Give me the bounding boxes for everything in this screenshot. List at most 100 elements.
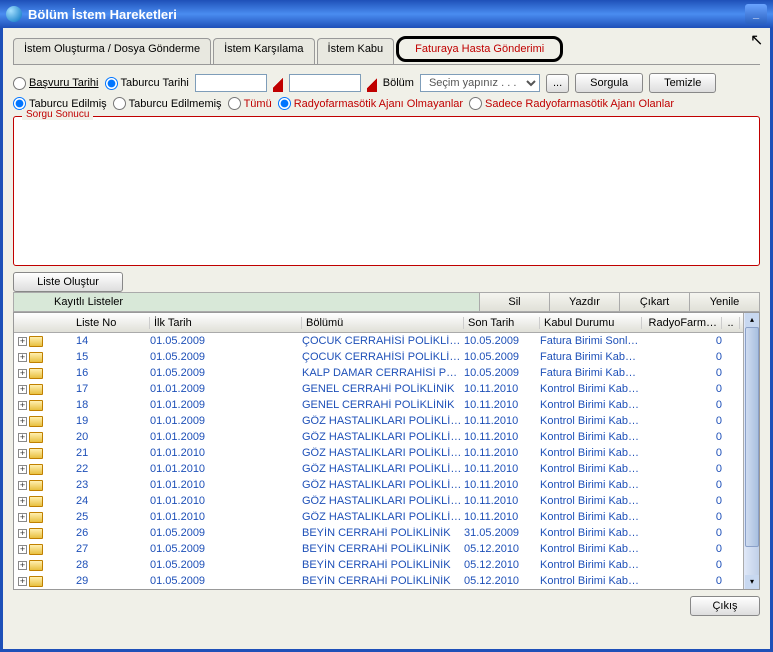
sorgu-legend: Sorgu Sonucu bbox=[22, 109, 93, 120]
col-radyo[interactable]: RadyoFarm… bbox=[642, 317, 722, 329]
table-row[interactable]: +2001.01.2009GÖZ HASTALIKLARI POLİKLİNİK… bbox=[14, 429, 743, 445]
cell-radyo: 0 bbox=[642, 559, 722, 571]
cell-kabul: Kontrol Birimi Kab… 0 bbox=[540, 431, 642, 443]
expand-icon[interactable]: + bbox=[18, 417, 27, 426]
radio-edilmemis[interactable]: Taburcu Edilmemiş bbox=[113, 97, 222, 110]
col-listeno[interactable]: Liste No bbox=[72, 317, 150, 329]
expand-icon[interactable]: + bbox=[18, 545, 27, 554]
cell-kabul: Fatura Birimi Kabu… 0 bbox=[540, 351, 642, 363]
expand-icon[interactable]: + bbox=[18, 385, 27, 394]
cell-kabul: Kontrol Birimi Kab… 0 bbox=[540, 447, 642, 459]
expand-icon[interactable]: + bbox=[18, 337, 27, 346]
table-row[interactable]: +1701.01.2009GENEL CERRAHİ POLİKLİNİK10.… bbox=[14, 381, 743, 397]
expand-icon[interactable]: + bbox=[18, 449, 27, 458]
table-row[interactable]: +2201.01.2010GÖZ HASTALIKLARI POLİKLİNİK… bbox=[14, 461, 743, 477]
table-row[interactable]: +1401.05.2009ÇOCUK CERRAHİSİ POLİKLİNİK1… bbox=[14, 333, 743, 349]
grid-scrollbar[interactable]: ▴ ▾ bbox=[743, 313, 759, 589]
table-row[interactable]: +2601.05.2009BEYİN CERRAHİ POLİKLİNİK31.… bbox=[14, 525, 743, 541]
cikart-button[interactable]: Çıkart bbox=[619, 293, 689, 311]
table-row[interactable]: +2801.05.2009BEYİN CERRAHİ POLİKLİNİK05.… bbox=[14, 557, 743, 573]
cell-sontarih: 10.11.2010 bbox=[464, 431, 540, 443]
table-row[interactable]: +1801.01.2009GENEL CERRAHİ POLİKLİNİK10.… bbox=[14, 397, 743, 413]
scroll-up-icon[interactable]: ▴ bbox=[745, 313, 759, 327]
expand-icon[interactable]: + bbox=[18, 577, 27, 586]
radio-radyo-olan[interactable]: Sadece Radyofarmasötik Ajanı Olanlar bbox=[469, 97, 674, 110]
expand-icon[interactable]: + bbox=[18, 353, 27, 362]
date-from-input[interactable] bbox=[195, 74, 267, 92]
cikis-button[interactable]: Çıkış bbox=[690, 596, 760, 616]
cell-radyo: 0 bbox=[642, 527, 722, 539]
expand-icon[interactable]: + bbox=[18, 513, 27, 522]
table-row[interactable]: +1501.05.2009ÇOCUK CERRAHİSİ POLİKLİNİK1… bbox=[14, 349, 743, 365]
table-row[interactable]: +2901.05.2009BEYİN CERRAHİ POLİKLİNİK05.… bbox=[14, 573, 743, 589]
col-bolumu[interactable]: Bölümü bbox=[302, 317, 464, 329]
liste-olustur-button[interactable]: Liste Oluştur bbox=[13, 272, 123, 292]
table-row[interactable]: +1601.05.2009KALP DAMAR CERRAHİSİ POLİK…… bbox=[14, 365, 743, 381]
folder-icon bbox=[29, 336, 43, 347]
tab-istem-karsilama[interactable]: İstem Karşılama bbox=[213, 38, 314, 64]
scroll-thumb[interactable] bbox=[745, 327, 759, 547]
radio-basvuru-tarihi[interactable]: Başvuru Tarihi bbox=[13, 77, 99, 90]
table-row[interactable]: +2101.01.2010GÖZ HASTALIKLARI POLİKLİNİK… bbox=[14, 445, 743, 461]
tab-faturaya-hasta[interactable]: Faturaya Hasta Gönderimi bbox=[396, 36, 563, 62]
cell-ilktarih: 01.01.2009 bbox=[150, 383, 302, 395]
window-title: Bölüm İstem Hareketleri bbox=[28, 7, 743, 22]
cell-ilktarih: 01.01.2009 bbox=[150, 431, 302, 443]
expand-icon[interactable]: + bbox=[18, 369, 27, 378]
scroll-down-icon[interactable]: ▾ bbox=[745, 575, 759, 589]
radio-tumu[interactable]: Tümü bbox=[228, 97, 272, 110]
cell-sontarih: 10.05.2009 bbox=[464, 367, 540, 379]
col-kabul[interactable]: Kabul Durumu bbox=[540, 317, 642, 329]
expand-icon[interactable]: + bbox=[18, 561, 27, 570]
folder-icon bbox=[29, 576, 43, 587]
expand-icon[interactable]: + bbox=[18, 497, 27, 506]
temizle-button[interactable]: Temizle bbox=[649, 73, 716, 93]
tab-istem-olusturma[interactable]: İstem Oluşturma / Dosya Gönderme bbox=[13, 38, 211, 64]
cell-bolumu: GÖZ HASTALIKLARI POLİKLİNİK bbox=[302, 415, 464, 427]
cell-kabul: Fatura Birimi Kabu… 0 bbox=[540, 367, 642, 379]
bolum-select[interactable]: Seçim yapınız . . . bbox=[420, 74, 540, 92]
cell-sontarih: 10.05.2009 bbox=[464, 351, 540, 363]
cell-bolumu: BEYİN CERRAHİ POLİKLİNİK bbox=[302, 575, 464, 587]
date-to-input[interactable] bbox=[289, 74, 361, 92]
cell-bolumu: KALP DAMAR CERRAHİSİ POLİK… bbox=[302, 367, 464, 379]
expand-icon[interactable]: + bbox=[18, 529, 27, 538]
yazdir-button[interactable]: Yazdır bbox=[549, 293, 619, 311]
cell-ilktarih: 01.01.2010 bbox=[150, 495, 302, 507]
col-dot[interactable]: .. bbox=[722, 317, 740, 329]
cell-sontarih: 10.11.2010 bbox=[464, 415, 540, 427]
cell-sontarih: 10.11.2010 bbox=[464, 447, 540, 459]
cell-bolumu: BEYİN CERRAHİ POLİKLİNİK bbox=[302, 543, 464, 555]
col-sontarih[interactable]: Son Tarih bbox=[464, 317, 540, 329]
table-row[interactable]: +1901.01.2009GÖZ HASTALIKLARI POLİKLİNİK… bbox=[14, 413, 743, 429]
cell-radyo: 0 bbox=[642, 335, 722, 347]
minimize-button[interactable]: _ bbox=[745, 4, 767, 24]
yenile-button[interactable]: Yenile bbox=[689, 293, 759, 311]
cell-sontarih: 10.11.2010 bbox=[464, 399, 540, 411]
date-to-marker[interactable] bbox=[367, 74, 377, 92]
bolum-label: Bölüm bbox=[383, 77, 414, 89]
cell-sontarih: 10.11.2010 bbox=[464, 463, 540, 475]
table-row[interactable]: +2401.01.2010GÖZ HASTALIKLARI POLİKLİNİK… bbox=[14, 493, 743, 509]
table-row[interactable]: +2501.01.2010GÖZ HASTALIKLARI POLİKLİNİK… bbox=[14, 509, 743, 525]
table-row[interactable]: +2701.05.2009BEYİN CERRAHİ POLİKLİNİK05.… bbox=[14, 541, 743, 557]
expand-icon[interactable]: + bbox=[18, 433, 27, 442]
date-from-marker[interactable] bbox=[273, 74, 283, 92]
cell-sontarih: 05.12.2010 bbox=[464, 559, 540, 571]
col-ilktarih[interactable]: İlk Tarih bbox=[150, 317, 302, 329]
cell-listeno: 23 bbox=[72, 479, 150, 491]
radio-taburcu-tarihi[interactable]: Taburcu Tarihi bbox=[105, 77, 189, 90]
radio-radyo-olmayan[interactable]: Radyofarmasötik Ajanı Olmayanlar bbox=[278, 97, 463, 110]
bolum-browse-button[interactable]: ... bbox=[546, 74, 569, 93]
expand-icon[interactable]: + bbox=[18, 465, 27, 474]
cell-radyo: 0 bbox=[642, 447, 722, 459]
cell-listeno: 15 bbox=[72, 351, 150, 363]
expand-icon[interactable]: + bbox=[18, 401, 27, 410]
folder-icon bbox=[29, 432, 43, 443]
sil-button[interactable]: Sil bbox=[479, 293, 549, 311]
cell-kabul: Kontrol Birimi Kab… 0 bbox=[540, 575, 642, 587]
expand-icon[interactable]: + bbox=[18, 481, 27, 490]
table-row[interactable]: +2301.01.2010GÖZ HASTALIKLARI POLİKLİNİK… bbox=[14, 477, 743, 493]
tab-istem-kabu[interactable]: İstem Kabu bbox=[317, 38, 395, 64]
sorgula-button[interactable]: Sorgula bbox=[575, 73, 643, 93]
